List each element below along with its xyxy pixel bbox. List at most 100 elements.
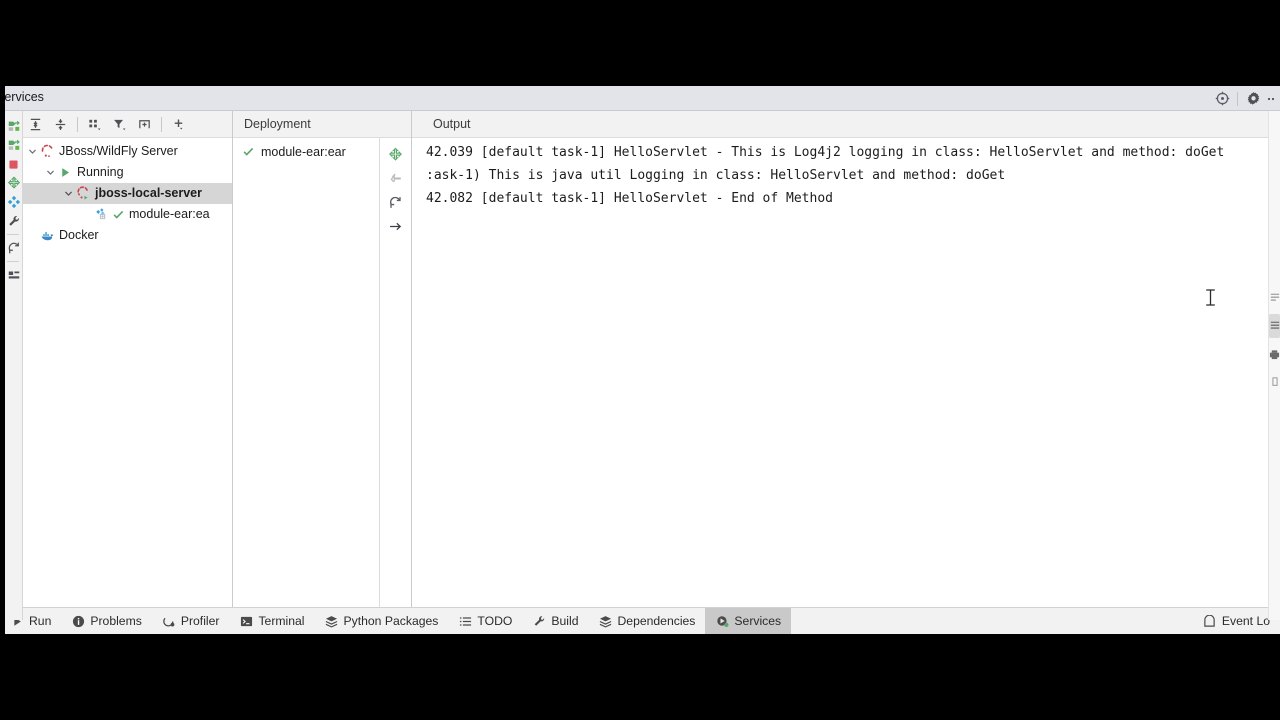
frame-left-edge <box>0 86 5 634</box>
deployment-list: module-ear:ear <box>233 138 380 619</box>
expand-all-icon[interactable] <box>23 113 48 135</box>
status-bar-label: Profiler <box>180 614 220 628</box>
status-bar-right: Event Lo <box>1193 608 1280 634</box>
deployment-label: module-ear:ear <box>261 144 346 159</box>
deployment-row[interactable]: module-ear:ear <box>233 141 379 162</box>
deployment-actions <box>380 138 411 619</box>
more-icon[interactable] <box>1266 86 1280 111</box>
status-bar: Run Problems Profiler Terminal Python Pa… <box>0 607 1280 634</box>
docker-icon <box>39 227 56 244</box>
tree-item-label: Docker <box>59 228 99 242</box>
run-green-icon <box>57 164 74 181</box>
tool-window-title: Services <box>0 90 44 104</box>
services-tree-toolbar <box>18 111 232 138</box>
redeploy-icon[interactable] <box>380 190 411 214</box>
filter-icon[interactable] <box>107 113 132 135</box>
add-icon[interactable] <box>166 113 191 135</box>
ide-services-tool-window: Services JBoss/WildFly Server Running jb… <box>0 86 1280 634</box>
soft-wrap-icon[interactable] <box>1269 286 1280 310</box>
tree-row[interactable]: Running <box>18 162 232 183</box>
toolbar-separator-1 <box>77 116 78 132</box>
jump-to-icon[interactable] <box>380 214 411 238</box>
status-bar-item-terminal[interactable]: Terminal <box>229 608 314 634</box>
screenshot-frame: Services JBoss/WildFly Server Running jb… <box>0 0 1280 720</box>
status-bar-item-event-log[interactable]: Event Lo <box>1193 614 1280 628</box>
header-separator <box>1237 91 1238 106</box>
toolbar-separator-2 <box>161 116 162 132</box>
profiler-icon <box>162 614 176 628</box>
console-output[interactable]: 42.039 [default task-1] HelloServlet - T… <box>412 138 1280 620</box>
status-bar-item-services[interactable]: Services <box>705 608 792 634</box>
output-column-header: Output <box>412 111 1280 138</box>
tree-item-label: JBoss/WildFly Server <box>59 144 178 158</box>
tool-window-header-actions <box>1209 86 1280 111</box>
status-bar-label: TODO <box>477 614 513 628</box>
status-bar-label: Problems <box>90 614 142 628</box>
status-bar-item-python-packages[interactable]: Python Packages <box>315 608 449 634</box>
edit-configuration-icon[interactable] <box>5 193 22 211</box>
dependencies-icon <box>598 614 612 628</box>
clear-all-icon[interactable] <box>1269 370 1280 394</box>
tree-row[interactable]: Docker <box>18 225 232 246</box>
collapse-all-icon[interactable] <box>48 113 73 135</box>
packages-icon <box>325 614 339 628</box>
status-bar-item-build[interactable]: Build <box>522 608 588 634</box>
run-actions-rail <box>5 111 23 620</box>
restart-icon[interactable] <box>5 239 22 257</box>
settings-wrench-icon[interactable] <box>5 212 22 230</box>
rail-separator <box>7 234 19 235</box>
services-tree-panel: JBoss/WildFly Server Running jboss-local… <box>18 111 233 621</box>
status-bar-item-problems[interactable]: Problems <box>61 608 151 634</box>
event-log-icon <box>1203 614 1217 628</box>
tree-row[interactable]: jboss-local-server <box>18 183 232 204</box>
rail-separator-2 <box>7 261 19 262</box>
status-bar-label: Run <box>29 614 52 628</box>
undeploy-icon <box>380 166 411 190</box>
status-bar-item-profiler[interactable]: Profiler <box>152 608 230 634</box>
tree-item-label: module-ear:ea <box>129 207 210 221</box>
check-green-icon <box>111 206 126 223</box>
problems-icon <box>71 614 85 628</box>
console-text: 42.039 [default task-1] HelloServlet - T… <box>426 145 1225 206</box>
scroll-to-end-icon[interactable] <box>1269 314 1280 338</box>
tree-item-label: Running <box>77 165 124 179</box>
build-icon <box>532 614 546 628</box>
group-by-icon[interactable] <box>82 113 107 135</box>
tree-row[interactable]: JBoss/WildFly Server <box>18 141 232 162</box>
gear-icon[interactable] <box>1240 86 1266 111</box>
services-tree: JBoss/WildFly Server Running jboss-local… <box>18 138 232 621</box>
deploy-all-icon[interactable] <box>5 174 22 192</box>
text-cursor-icon <box>1205 289 1216 306</box>
status-bar-label: Terminal <box>258 614 305 628</box>
rerun-debug-icon[interactable] <box>5 136 22 154</box>
terminal-icon <box>239 614 253 628</box>
stop-icon[interactable] <box>5 155 22 173</box>
console-actions-rail <box>1268 111 1280 620</box>
deploy-icon[interactable] <box>380 142 411 166</box>
output-panel: Output 42.039 [default task-1] HelloServ… <box>412 111 1280 620</box>
chevron-down-icon[interactable] <box>44 162 57 183</box>
chevron-down-icon[interactable] <box>26 141 39 162</box>
print-icon[interactable] <box>1269 342 1280 366</box>
layout-icon[interactable] <box>5 266 22 284</box>
status-bar-item-todo[interactable]: TODO <box>448 608 522 634</box>
deployment-body: module-ear:ear <box>233 138 411 619</box>
rerun-icon[interactable] <box>5 117 22 135</box>
status-bar-label: Python Packages <box>343 614 439 628</box>
deployment-panel: Deployment module-ear:ear <box>233 111 412 620</box>
locate-icon[interactable] <box>1209 86 1235 111</box>
status-bar-label: Event Lo <box>1221 614 1270 628</box>
chevron-down-icon[interactable] <box>62 183 75 204</box>
tool-window-header: Services <box>0 86 1280 111</box>
status-bar-label: Build <box>551 614 579 628</box>
status-bar-label: Dependencies <box>617 614 696 628</box>
status-bar-item-dependencies[interactable]: Dependencies <box>588 608 705 634</box>
todo-icon <box>458 614 472 628</box>
artifact-icon <box>93 206 110 223</box>
add-tab-icon[interactable] <box>132 113 157 135</box>
check-green-icon <box>240 143 256 160</box>
jboss-icon <box>39 143 56 160</box>
services-icon <box>715 614 729 628</box>
status-bar-label: Services <box>734 614 782 628</box>
tree-row[interactable]: module-ear:ea <box>18 204 232 225</box>
